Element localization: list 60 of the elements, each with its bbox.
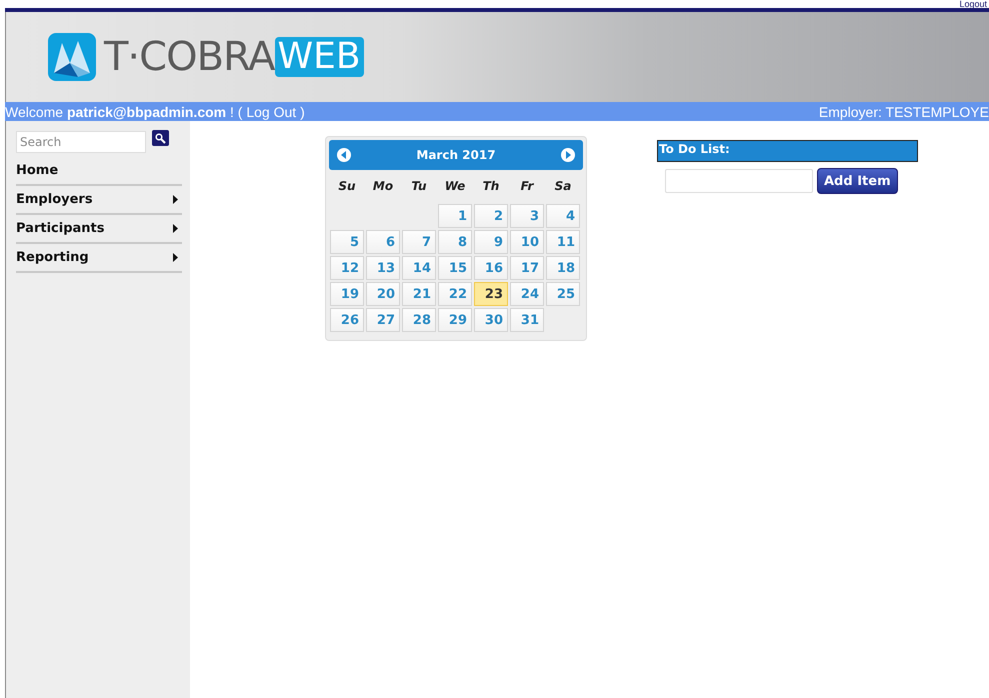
calendar-day[interactable]: 29 [438, 308, 472, 332]
nav-item[interactable]: Participants [16, 215, 182, 244]
calendar-day[interactable]: 23 [474, 282, 508, 306]
weekday-label: Th [482, 178, 500, 195]
weekday-label: Fr [520, 178, 535, 195]
previous-month-button[interactable] [337, 148, 351, 162]
calendar-day[interactable]: 14 [402, 256, 436, 280]
logo-icon [48, 33, 96, 81]
calendar-day[interactable]: 30 [474, 308, 508, 332]
calendar-day[interactable]: 26 [330, 308, 364, 332]
weekday-label: We [444, 178, 466, 195]
log-out-link[interactable]: Log Out [246, 104, 296, 120]
calendar-day[interactable]: 18 [546, 256, 580, 280]
calendar-day[interactable]: 28 [402, 308, 436, 332]
logo-wordmark: T·COBRA [104, 34, 275, 80]
calendar-day[interactable]: 31 [510, 308, 544, 332]
todo-list-header: To Do List: [657, 140, 918, 162]
calendar-day[interactable]: 25 [546, 282, 580, 306]
calendar-day[interactable]: 13 [366, 256, 400, 280]
logout-link[interactable]: Logout [959, 0, 987, 8]
calendar-day[interactable]: 2 [474, 204, 508, 228]
search-icon [155, 132, 166, 144]
calendar-day[interactable]: 20 [366, 282, 400, 306]
welcome-message: Welcome patrick@bbpadmin.com ! ( Log Out ) [5, 104, 305, 120]
employer-label: Employer: TESTEMPLOYE [818, 104, 989, 120]
calendar-day[interactable]: 6 [366, 230, 400, 254]
right-arrow-icon [564, 151, 571, 159]
calendar-day[interactable]: 16 [474, 256, 508, 280]
calendar-day[interactable]: 12 [330, 256, 364, 280]
nav-item[interactable]: Reporting [16, 244, 182, 273]
calendar-day[interactable]: 9 [474, 230, 508, 254]
weekday-label: Mo [372, 178, 394, 195]
next-month-button[interactable] [560, 148, 575, 162]
weekday-label: Tu [410, 178, 428, 195]
calendar-day[interactable]: 1 [438, 204, 472, 228]
calendar-day[interactable]: 4 [546, 204, 580, 228]
calendar-day[interactable]: 19 [330, 282, 364, 306]
calendar-title: March 2017 [416, 148, 496, 162]
calendar-day[interactable]: 10 [510, 230, 544, 254]
left-arrow-icon [341, 151, 347, 159]
calendar-day[interactable]: 8 [438, 230, 472, 254]
weekday-label: Su [337, 178, 357, 195]
calendar-day[interactable]: 27 [366, 308, 400, 332]
todo-input-field[interactable] [665, 169, 813, 193]
calendar-day[interactable]: 17 [510, 256, 544, 280]
weekday-label: Sa [554, 178, 572, 195]
calendar-day[interactable]: 5 [330, 230, 364, 254]
nav-item[interactable]: Home [16, 157, 182, 186]
calendar-day[interactable]: 11 [546, 230, 580, 254]
calendar-day[interactable]: 7 [402, 230, 436, 254]
search-button[interactable] [152, 130, 169, 146]
add-item-button[interactable]: Add Item [817, 168, 898, 194]
calendar-day[interactable]: 21 [402, 282, 436, 306]
search-field[interactable]: Search [16, 131, 146, 153]
calendar-day[interactable]: 24 [510, 282, 544, 306]
logo-tag: WEB [274, 37, 364, 77]
calendar-day[interactable]: 15 [438, 256, 472, 280]
nav-item[interactable]: Employers [16, 186, 182, 215]
calendar-day[interactable]: 3 [510, 204, 544, 228]
calendar-day[interactable]: 22 [438, 282, 472, 306]
